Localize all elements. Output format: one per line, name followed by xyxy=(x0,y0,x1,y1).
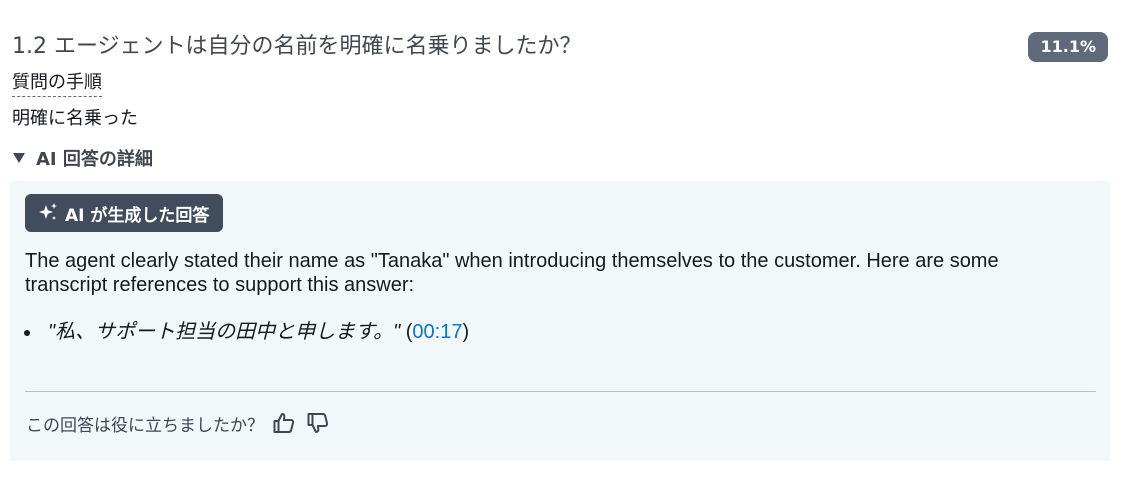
ai-generated-badge: AI が生成した回答 xyxy=(25,194,224,232)
open-paren: ( xyxy=(400,321,413,343)
feedback-prompt: この回答は役に立ちましたか？ xyxy=(26,415,264,436)
ai-details-panel: AI が生成した回答 The agent clearly stated thei… xyxy=(10,181,1110,461)
answer-text: 明確に名乗った xyxy=(12,108,138,129)
procedure-link[interactable]: 質問の手順 xyxy=(12,70,102,97)
reference-list: "私、サポート担当の田中と申します。" (00:17) xyxy=(23,319,470,345)
thumbs-down-button[interactable] xyxy=(304,409,332,437)
ai-details-label: AI 回答の詳細 xyxy=(36,149,153,170)
timestamp-link[interactable]: 00:17 xyxy=(412,321,462,343)
thumbs-up-button[interactable] xyxy=(270,409,298,437)
thumbs-up-icon xyxy=(272,411,296,435)
caret-down-icon xyxy=(12,152,26,164)
score-badge: 11.1% xyxy=(1028,32,1108,62)
ai-badge-label: AI が生成した回答 xyxy=(65,205,210,226)
feedback-row: この回答は役に立ちましたか？ xyxy=(26,409,332,437)
sparkle-icon xyxy=(37,202,59,224)
question-title: 1.2 エージェントは自分の名前を明確に名乗りましたか？ xyxy=(12,34,582,59)
ai-response-text: The agent clearly stated their name as "… xyxy=(25,250,999,296)
close-paren: ) xyxy=(462,321,470,343)
ai-details-toggle[interactable]: AI 回答の詳細 xyxy=(12,145,153,171)
thumbs-down-icon xyxy=(306,411,330,435)
divider xyxy=(25,391,1096,392)
transcript-quote: "私、サポート担当の田中と申します。" xyxy=(48,321,401,343)
question-header: 1.2 エージェントは自分の名前を明確に名乗りましたか？ 11.1% xyxy=(12,30,1108,64)
list-item: "私、サポート担当の田中と申します。" (00:17) xyxy=(23,319,470,345)
